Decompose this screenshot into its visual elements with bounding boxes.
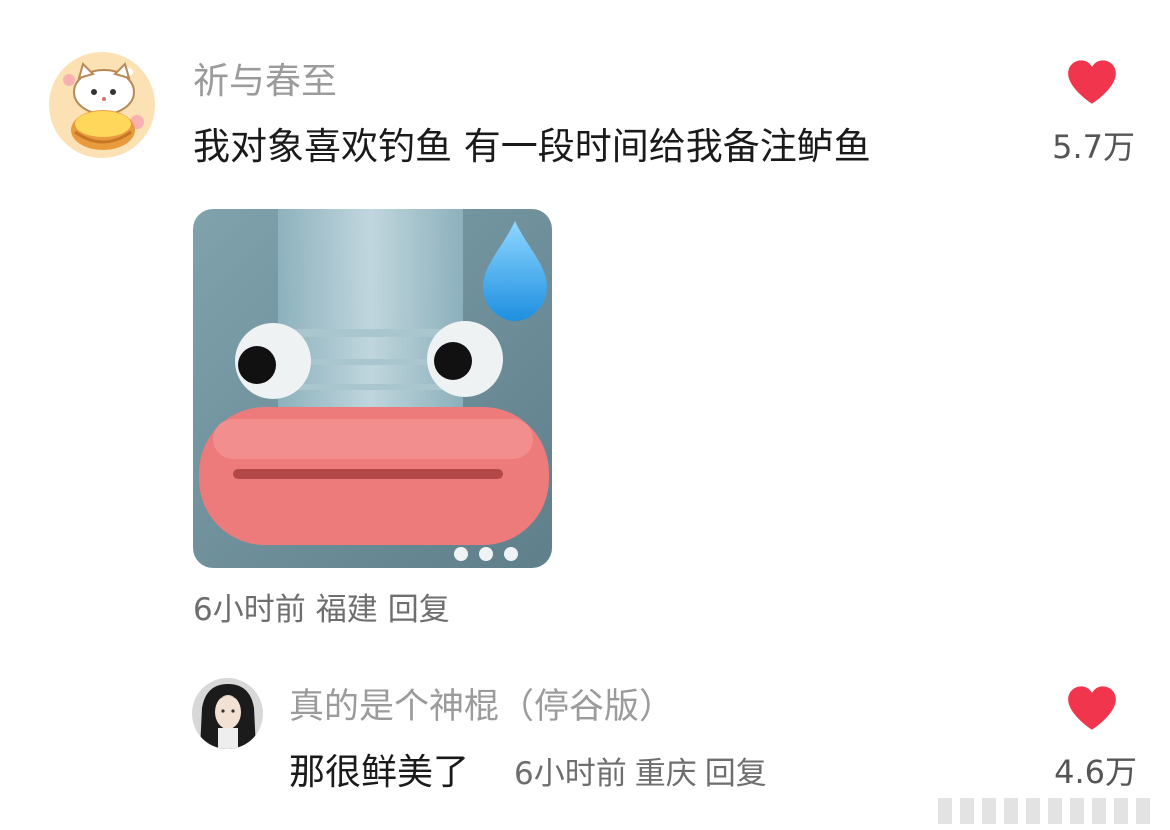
avatar[interactable]: [49, 52, 155, 158]
heart-icon: [1068, 686, 1116, 730]
reply-button[interactable]: 回复: [705, 756, 767, 792]
comment-image[interactable]: [193, 209, 552, 568]
location: 重庆: [634, 756, 697, 792]
like-count: 4.6万: [1054, 753, 1137, 791]
comment-meta: 6小时前 福建 回复: [193, 588, 460, 632]
location: 福建: [315, 592, 378, 628]
like-button[interactable]: [1066, 684, 1118, 732]
comment-text: 我对象喜欢钓鱼 有一段时间给我备注鲈鱼: [193, 125, 871, 168]
like-button[interactable]: [1066, 58, 1118, 106]
comment-meta: 6小时前 重庆 回复: [514, 752, 775, 796]
comment-text: 那很鲜美了: [289, 752, 470, 793]
watermark-stripes-icon: [938, 798, 1150, 824]
avatar[interactable]: [192, 678, 263, 749]
reply-button[interactable]: 回复: [388, 592, 450, 628]
heart-icon: [1068, 60, 1116, 104]
like-count: 5.7万: [1052, 128, 1135, 166]
timestamp: 6小时前: [514, 756, 627, 792]
username[interactable]: 真的是个神棍（停谷版）: [289, 684, 674, 730]
anime-character-avatar-icon: [192, 678, 263, 749]
timestamp: 6小时前: [193, 592, 306, 628]
bottle-lips-meme-icon: [193, 209, 552, 568]
username[interactable]: 祈与春至: [193, 58, 337, 106]
watermark: [938, 796, 1170, 826]
cartoon-cat-tart-avatar-icon: [49, 52, 155, 158]
